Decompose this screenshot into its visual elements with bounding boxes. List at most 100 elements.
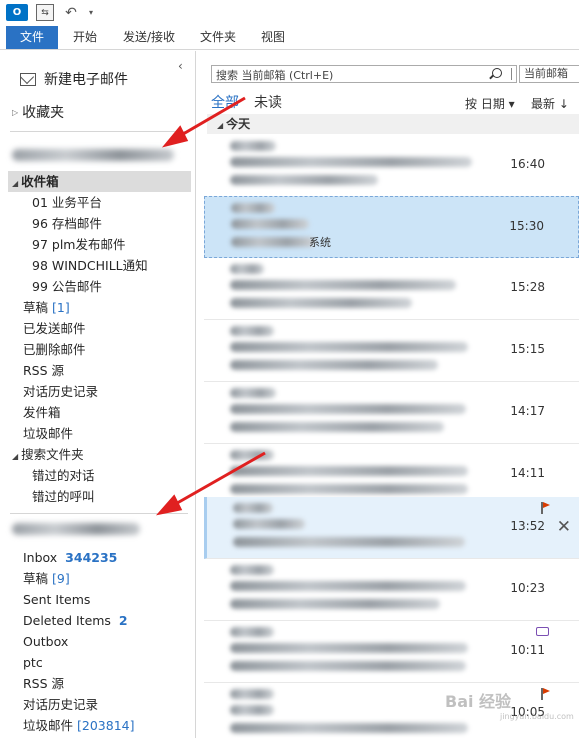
- message-item[interactable]: 15:28: [204, 258, 579, 320]
- folder-sub-01[interactable]: 01 业务平台: [0, 192, 196, 213]
- folder-inbox-2[interactable]: Inbox 344235: [0, 547, 196, 568]
- sender-redacted: [230, 627, 274, 637]
- folder-sub-96[interactable]: 96 存档邮件: [0, 213, 196, 234]
- tab-file[interactable]: 文件: [6, 26, 58, 49]
- tab-folder[interactable]: 文件夹: [194, 26, 242, 49]
- title-bar: O ⇆ ↶ ▾: [0, 0, 579, 26]
- message-item[interactable]: 10:11: [204, 621, 579, 683]
- folder-rss-2[interactable]: RSS 源: [0, 673, 196, 694]
- sender-redacted: [233, 503, 273, 513]
- favorites-label: 收藏夹: [22, 105, 65, 121]
- divider: [511, 68, 512, 80]
- message-snippet: 系统: [309, 236, 331, 249]
- send-receive-icon[interactable]: ⇆: [36, 4, 54, 21]
- folder-deleted-items[interactable]: Deleted Items 2: [0, 610, 196, 631]
- message-item[interactable]: 15:15: [204, 320, 579, 382]
- customize-quick-access-icon[interactable]: ▾: [86, 4, 96, 21]
- sender-redacted: [230, 264, 264, 274]
- message-item[interactable]: 16:40: [204, 135, 579, 197]
- tab-view[interactable]: 视图: [254, 26, 292, 49]
- folder-drafts[interactable]: 草稿 [1]: [0, 297, 196, 318]
- subject-redacted: [231, 219, 309, 229]
- folder-rss[interactable]: RSS 源: [0, 360, 196, 381]
- subject-redacted: [230, 157, 472, 167]
- group-header-today[interactable]: ◢ 今天: [207, 114, 579, 134]
- subject-redacted: [230, 404, 466, 414]
- folder-deleted[interactable]: 已删除邮件: [0, 339, 196, 360]
- divider: [10, 131, 188, 132]
- sort-by-date[interactable]: 按 日期 ▾: [465, 95, 515, 112]
- message-time: 15:28: [510, 280, 545, 294]
- message-item[interactable]: 10:23: [204, 559, 579, 621]
- flag-icon[interactable]: [541, 688, 550, 700]
- watermark: Bai 经验: [445, 692, 512, 711]
- folder-ptc[interactable]: ptc: [0, 652, 196, 673]
- favorites-header[interactable]: ▷ 收藏夹: [12, 102, 64, 122]
- account1-email-redacted[interactable]: [12, 149, 174, 161]
- folder-sub-98[interactable]: 98 WINDCHILL通知: [0, 255, 196, 276]
- subject-redacted: [233, 519, 305, 529]
- folder-sub-97[interactable]: 97 plm发布邮件: [0, 234, 196, 255]
- preview-redacted: [230, 484, 468, 494]
- flag-icon[interactable]: [541, 502, 550, 514]
- folder-junk[interactable]: 垃圾邮件: [0, 423, 196, 444]
- search-box[interactable]: 搜索 当前邮箱 (Ctrl+E): [211, 65, 517, 83]
- delete-icon[interactable]: ✕: [557, 517, 571, 537]
- preview-redacted: [230, 298, 412, 308]
- new-email-button[interactable]: 新建电子邮件: [20, 69, 128, 89]
- folder-junk-2[interactable]: 垃圾邮件 [203814]: [0, 715, 196, 736]
- tab-send-receive[interactable]: 发送/接收: [116, 26, 182, 49]
- folder-history-2[interactable]: 对话历史记录: [0, 694, 196, 715]
- sender-redacted: [230, 141, 276, 151]
- ribbon-tabs: 文件 开始 发送/接收 文件夹 视图: [0, 26, 579, 50]
- folder-missed-calls[interactable]: 错过的呼叫: [0, 486, 196, 507]
- divider: [10, 513, 188, 514]
- collapse-pane-icon[interactable]: ‹: [178, 59, 183, 73]
- folder-outbox[interactable]: 发件箱: [0, 402, 196, 423]
- subject-redacted: [230, 581, 466, 591]
- folder-outbox-2[interactable]: Outbox: [0, 631, 196, 652]
- sender-redacted: [230, 450, 274, 460]
- expand-icon: ▷: [12, 107, 19, 117]
- watermark-url: jingyan.baidu.com: [500, 712, 574, 721]
- folder-conversation-history[interactable]: 对话历史记录: [0, 381, 196, 402]
- outlook-logo-icon: O: [6, 4, 28, 21]
- filter-all[interactable]: 全部: [211, 92, 239, 112]
- sender-redacted: [230, 565, 274, 575]
- folder-search-folders[interactable]: ◢ 搜索文件夹: [0, 444, 196, 465]
- search-scope-dropdown[interactable]: 当前邮箱: [519, 65, 579, 83]
- message-time: 15:15: [510, 342, 545, 356]
- message-item-flagged[interactable]: 13:52 ✕: [204, 497, 579, 559]
- sort-order[interactable]: 最新 ↓: [531, 95, 569, 112]
- folder-sent[interactable]: 已发送邮件: [0, 318, 196, 339]
- message-item[interactable]: 10:05: [204, 683, 579, 738]
- collapse-icon: ◢: [217, 121, 224, 130]
- folder-sent-items[interactable]: Sent Items: [0, 589, 196, 610]
- search-input[interactable]: 搜索 当前邮箱 (Ctrl+E): [216, 67, 333, 83]
- preview-redacted: [233, 537, 465, 547]
- message-list-pane: 搜索 当前邮箱 (Ctrl+E) 当前邮箱 全部 未读 按 日期 ▾ 最新 ↓ …: [197, 51, 579, 738]
- message-time: 13:52: [510, 519, 545, 533]
- preview-redacted: [230, 360, 438, 370]
- folder-sub-99[interactable]: 99 公告邮件: [0, 276, 196, 297]
- message-item[interactable]: 14:17: [204, 382, 579, 444]
- subject-redacted: [230, 280, 456, 290]
- search-icon[interactable]: [492, 68, 502, 78]
- folder-inbox[interactable]: ◢ 收件箱: [8, 171, 191, 192]
- sender-redacted: [230, 689, 274, 699]
- preview-redacted: [230, 661, 466, 671]
- preview-redacted: [231, 237, 315, 247]
- message-item-selected[interactable]: 系统 15:30: [204, 196, 579, 258]
- preview-redacted: [230, 175, 378, 185]
- undo-icon[interactable]: ↶: [62, 4, 80, 21]
- subject-redacted: [230, 643, 468, 653]
- filter-unread[interactable]: 未读: [254, 92, 282, 112]
- sender-redacted: [231, 203, 275, 213]
- account2-email-redacted[interactable]: [12, 523, 140, 535]
- tab-home[interactable]: 开始: [66, 26, 104, 49]
- message-time: 16:40: [510, 157, 545, 171]
- new-email-label: 新建电子邮件: [44, 72, 128, 88]
- navigation-pane: 新建电子邮件 ‹ ▷ 收藏夹 ◢ 收件箱 01 业务平台 96 存档邮件 97 p…: [0, 51, 196, 738]
- folder-drafts-2[interactable]: 草稿 [9]: [0, 568, 196, 589]
- folder-missed-conversations[interactable]: 错过的对话: [0, 465, 196, 486]
